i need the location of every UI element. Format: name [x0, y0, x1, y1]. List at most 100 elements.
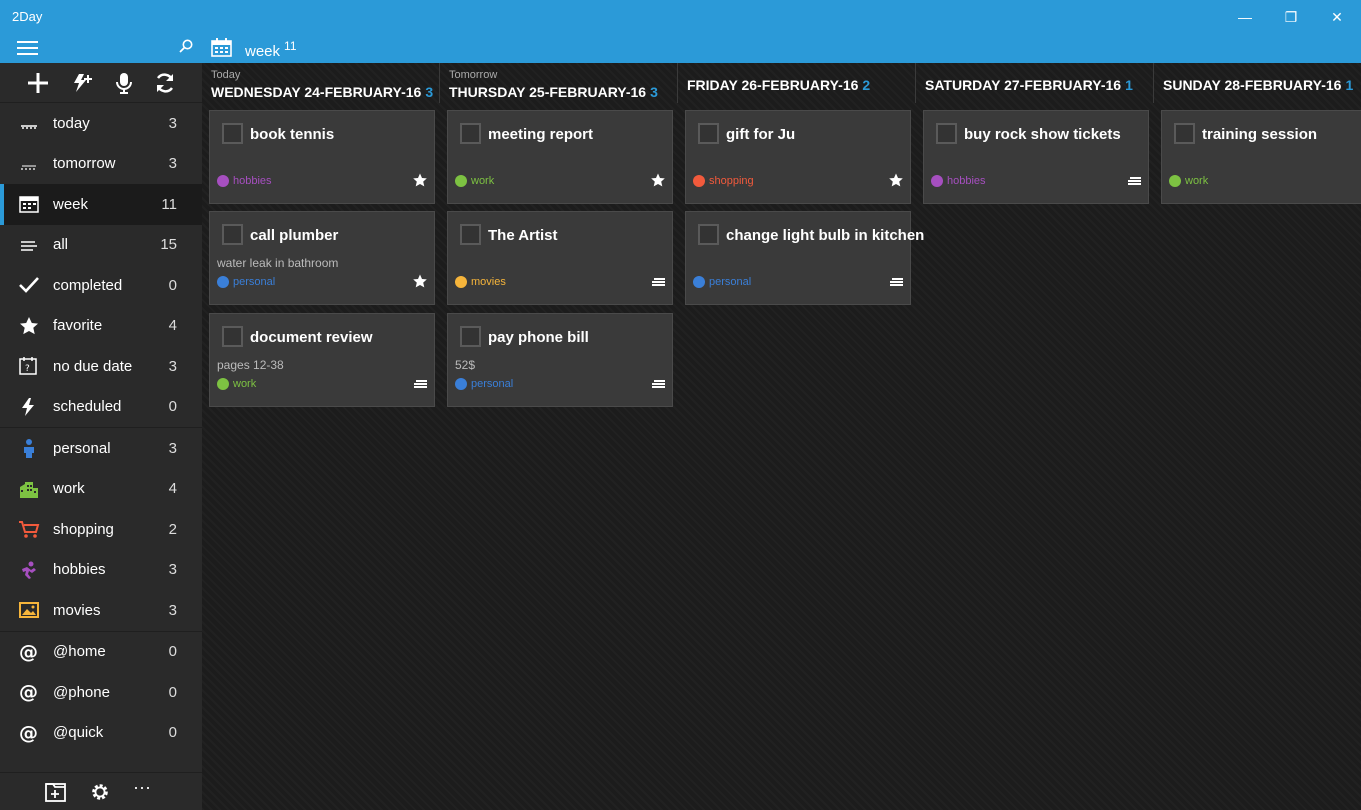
svg-text:?: ?	[25, 364, 30, 374]
sidebar-item-label: scheduled	[53, 398, 122, 416]
task-card[interactable]: book tennis hobbies	[209, 110, 435, 204]
sidebar-item-today[interactable]: today 3	[0, 103, 202, 144]
sidebar-item-scheduled[interactable]: scheduled 0	[0, 387, 202, 428]
task-title: training session	[1202, 126, 1318, 143]
menu-icon[interactable]	[412, 376, 428, 392]
menu-icon[interactable]	[650, 274, 666, 290]
task-card[interactable]: change light bulb in kitchen personal	[685, 211, 924, 305]
task-card[interactable]: call plumber water leak in bathroom pers…	[209, 211, 435, 305]
sidebar-item-hobbies[interactable]: hobbies 3	[0, 550, 202, 591]
lightning-icon	[22, 397, 34, 416]
cart-icon	[19, 521, 40, 538]
hamburger-menu-icon[interactable]	[17, 41, 38, 55]
person-icon	[24, 439, 34, 458]
day-title-text: FRIDAY 26-FEBRUARY-16	[687, 77, 859, 93]
maximize-button[interactable]: ❐	[1276, 6, 1306, 28]
task-checkbox[interactable]	[222, 326, 243, 347]
task-card[interactable]: pay phone bill 52$ personal	[447, 313, 673, 407]
sidebar-item-completed[interactable]: completed 0	[0, 265, 202, 306]
week-board: Today WEDNESDAY 24-FEBRUARY-16 3 Tomorrow…	[202, 63, 1361, 810]
sidebar-item-all[interactable]: all 15	[0, 225, 202, 266]
tag-label: work	[233, 378, 257, 390]
at-icon: @	[19, 642, 38, 662]
day-subtitle: Tomorrow	[449, 69, 498, 81]
tag-dot	[455, 276, 467, 288]
quick-add-icon[interactable]	[71, 71, 95, 95]
sidebar-item-count: 4	[168, 317, 177, 335]
sidebar-item-movies[interactable]: movies 3	[0, 590, 202, 631]
task-card[interactable]: buy rock show tickets hobbies	[923, 110, 1149, 204]
day-title: FRIDAY 26-FEBRUARY-16 2	[687, 77, 870, 93]
task-tag: work	[217, 378, 256, 390]
task-checkbox[interactable]	[698, 123, 719, 144]
day-column-header: SUNDAY 28-FEBRUARY-16 1	[1154, 63, 1361, 103]
day-count: 3	[425, 84, 434, 100]
close-button[interactable]: ✕	[1322, 6, 1352, 28]
task-checkbox[interactable]	[460, 224, 481, 245]
sidebar-bottom-bar: ···	[0, 772, 202, 810]
minimize-button[interactable]: —	[1230, 6, 1260, 28]
tag-dot	[217, 175, 229, 187]
task-checkbox[interactable]	[222, 123, 243, 144]
menu-icon[interactable]	[888, 274, 904, 290]
task-card[interactable]: document review pages 12-38 work	[209, 313, 435, 407]
settings-gear-icon[interactable]	[88, 781, 112, 803]
sidebar-item-label: today	[53, 114, 90, 132]
sidebar-item-label: @quick	[53, 724, 104, 742]
more-options-button[interactable]: ···	[133, 777, 157, 799]
sidebar-toolbar	[0, 63, 202, 103]
sidebar-item-tomorrow[interactable]: tomorrow 3	[0, 144, 202, 185]
task-checkbox[interactable]	[222, 224, 243, 245]
star-icon[interactable]	[650, 173, 666, 189]
task-title: meeting report	[488, 126, 594, 143]
sync-icon[interactable]	[153, 71, 177, 95]
menu-icon[interactable]	[650, 376, 666, 392]
sidebar-item-label: completed	[53, 276, 123, 294]
task-note: water leak in bathroom	[217, 256, 339, 270]
task-card[interactable]: gift for Ju shopping	[685, 110, 911, 204]
sidebar-item-count: 0	[168, 398, 177, 416]
day-title-text: SUNDAY 28-FEBRUARY-16	[1163, 77, 1342, 93]
star-icon[interactable]	[888, 173, 904, 189]
tag-dot	[693, 276, 705, 288]
sidebar-item-personal[interactable]: personal 3	[0, 428, 202, 469]
task-checkbox[interactable]	[1174, 123, 1195, 144]
menu-icon[interactable]	[1126, 173, 1142, 189]
task-card[interactable]: meeting report work	[447, 110, 673, 204]
search-icon[interactable]	[178, 38, 194, 54]
sidebar-item-count: 0	[168, 643, 177, 661]
list-icon	[21, 240, 37, 251]
day-title: THURSDAY 25-FEBRUARY-16 3	[449, 84, 658, 100]
sidebar-item-phone-context[interactable]: @ @phone 0	[0, 672, 202, 713]
sidebar-item-work[interactable]: work 4	[0, 469, 202, 510]
sidebar-item-count: 3	[168, 561, 177, 579]
task-checkbox[interactable]	[460, 123, 481, 144]
add-task-icon[interactable]	[26, 71, 50, 95]
sidebar-item-shopping[interactable]: shopping 2	[0, 509, 202, 550]
sidebar-item-home-context[interactable]: @ @home 0	[0, 632, 202, 673]
svg-text:@: @	[19, 642, 38, 662]
microphone-icon[interactable]	[112, 71, 136, 95]
sidebar-item-favorite[interactable]: favorite 4	[0, 306, 202, 347]
sidebar-item-quick-context[interactable]: @ @quick 0	[0, 713, 202, 754]
task-checkbox[interactable]	[936, 123, 957, 144]
sidebar-item-no-due-date[interactable]: ? no due date 3	[0, 346, 202, 387]
sidebar-item-count: 2	[168, 520, 177, 538]
add-folder-icon[interactable]	[44, 781, 68, 803]
sidebar-item-label: all	[53, 236, 69, 254]
sidebar-item-count: 0	[168, 724, 177, 742]
svg-text:@: @	[19, 723, 38, 743]
task-checkbox[interactable]	[698, 224, 719, 245]
star-icon[interactable]	[412, 173, 428, 189]
sidebar-item-count: 3	[168, 114, 177, 132]
task-card[interactable]: training session work	[1161, 110, 1361, 204]
sidebar-item-count: 15	[160, 236, 177, 254]
tag-dot	[217, 276, 229, 288]
star-icon[interactable]	[412, 274, 428, 290]
svg-text:@: @	[19, 682, 38, 702]
task-checkbox[interactable]	[460, 326, 481, 347]
task-card[interactable]: The Artist movies	[447, 211, 673, 305]
sidebar-item-week[interactable]: week 11	[0, 184, 202, 225]
tag-label: shopping	[709, 175, 754, 187]
title-bar: 2Day — ❐ ✕ week 11	[0, 0, 1361, 63]
